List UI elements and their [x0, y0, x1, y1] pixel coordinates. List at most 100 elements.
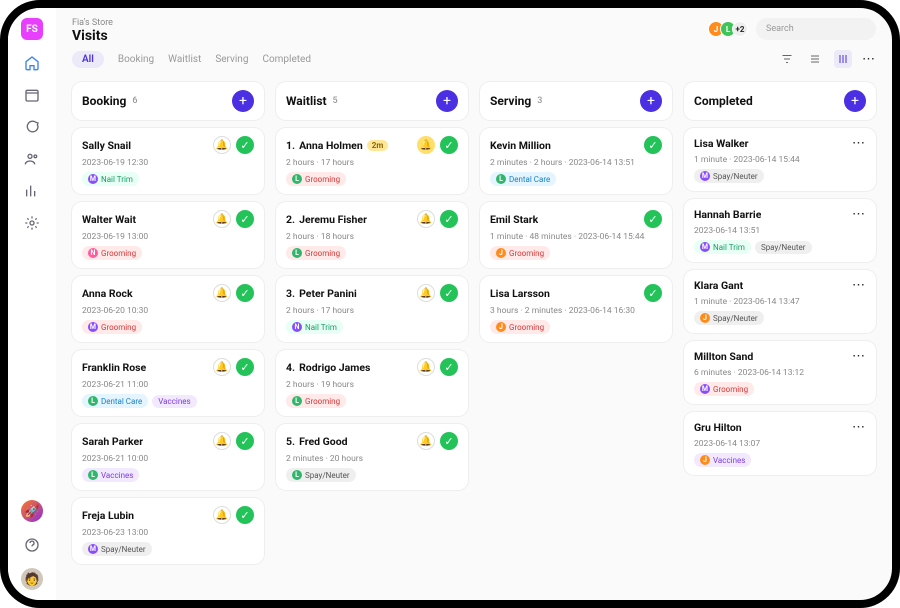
add-button[interactable]: + — [436, 90, 458, 112]
card-tags: LGrooming — [286, 172, 458, 186]
check-icon[interactable]: ✓ — [440, 284, 458, 302]
card-meta: 2023-06-19 12:30 — [82, 158, 254, 168]
tab-booking[interactable]: Booking — [118, 54, 154, 65]
card-name: Rodrigo James — [299, 361, 370, 374]
card[interactable]: Kevin Million✓2 minutes · 2 hours · 2023… — [480, 128, 672, 194]
bell-icon[interactable]: 🔔 — [417, 358, 435, 376]
card-meta: 2 hours · 19 hours — [286, 380, 458, 390]
card[interactable]: 2. Jeremu Fisher🔔✓2 hours · 18 hoursLGro… — [276, 202, 468, 268]
card[interactable]: Franklin Rose🔔✓2023-06-21 11:00LDental C… — [72, 350, 264, 416]
card-actions: ✓ — [644, 284, 662, 302]
check-icon[interactable]: ✓ — [440, 136, 458, 154]
bell-icon[interactable]: 🔔 — [213, 284, 231, 302]
bell-icon[interactable]: 🔔 — [213, 136, 231, 154]
bell-icon[interactable]: 🔔 — [417, 432, 435, 450]
card[interactable]: 5. Fred Good🔔✓2 minutes · 20 hoursLSpay/… — [276, 424, 468, 490]
card-actions: 🔔✓ — [417, 210, 458, 228]
check-icon[interactable]: ✓ — [440, 432, 458, 450]
card[interactable]: Walter Wait🔔✓2023-06-19 13:00NGrooming — [72, 202, 264, 268]
check-icon[interactable]: ✓ — [644, 136, 662, 154]
store-avatar[interactable]: FS — [21, 18, 43, 40]
tag-vaccines: JVaccines — [694, 453, 751, 467]
check-icon[interactable]: ✓ — [644, 210, 662, 228]
card[interactable]: Lisa Larsson✓3 hours · 2 minutes · 2023-… — [480, 276, 672, 342]
home-icon[interactable] — [23, 54, 41, 72]
card-meta: 2023-06-21 11:00 — [82, 380, 254, 390]
check-icon[interactable]: ✓ — [644, 284, 662, 302]
card[interactable]: Hannah Barrie⋯2023-06-14 13:51MNail Trim… — [684, 199, 876, 262]
card[interactable]: Klara Gant⋯1 minute · 2023-06-14 13:47JS… — [684, 270, 876, 333]
card[interactable]: 4. Rodrigo James🔔✓2 hours · 19 hoursLGro… — [276, 350, 468, 416]
bell-icon[interactable]: 🔔 — [213, 358, 231, 376]
tag-dot: M — [88, 174, 98, 184]
board-view-icon[interactable] — [834, 50, 852, 68]
tag-label: Grooming — [509, 249, 544, 258]
card-more-icon[interactable]: ⋯ — [852, 420, 866, 435]
tag-grooming: JGrooming — [490, 320, 550, 334]
tab-serving[interactable]: Serving — [215, 54, 248, 65]
check-icon[interactable]: ✓ — [236, 506, 254, 524]
gear-icon[interactable] — [23, 214, 41, 232]
card[interactable]: 1. Anna Holmen 2m🔔✓2 hours · 17 hoursLGr… — [276, 128, 468, 194]
chat-icon[interactable] — [23, 118, 41, 136]
check-icon[interactable]: ✓ — [236, 284, 254, 302]
card-name: Anna Rock — [82, 287, 133, 300]
card-name: Emil Stark — [490, 213, 538, 226]
bell-icon[interactable]: 🔔 — [213, 506, 231, 524]
card-tags: MSpay/Neuter — [82, 542, 254, 556]
tag-label: Dental Care — [509, 175, 550, 184]
filter-icon[interactable] — [778, 50, 796, 68]
card[interactable]: Millton Sand⋯6 minutes · 2023-06-14 13:1… — [684, 341, 876, 404]
add-button[interactable]: + — [232, 90, 254, 112]
card-more-icon[interactable]: ⋯ — [852, 136, 866, 151]
check-icon[interactable]: ✓ — [236, 432, 254, 450]
bell-icon[interactable]: 🔔 — [213, 210, 231, 228]
card-name: Millton Sand — [694, 350, 753, 363]
card-more-icon[interactable]: ⋯ — [852, 349, 866, 364]
card-meta: 2023-06-14 13:51 — [694, 226, 866, 236]
calendar-icon[interactable] — [23, 86, 41, 104]
card[interactable]: Freja Lubin🔔✓2023-06-23 13:00MSpay/Neute… — [72, 498, 264, 564]
check-icon[interactable]: ✓ — [236, 210, 254, 228]
add-button[interactable]: + — [640, 90, 662, 112]
check-icon[interactable]: ✓ — [440, 358, 458, 376]
card[interactable]: Anna Rock🔔✓2023-06-20 10:30MGrooming — [72, 276, 264, 342]
bell-icon[interactable]: 🔔 — [417, 210, 435, 228]
card-name: Jeremu Fisher — [299, 213, 367, 226]
card-name: Franklin Rose — [82, 361, 146, 374]
tab-waitlist[interactable]: Waitlist — [168, 54, 201, 65]
card[interactable]: Gru Hilton⋯2023-06-14 13:07JVaccines — [684, 412, 876, 475]
card[interactable]: Emil Stark✓1 minute · 48 minutes · 2023-… — [480, 202, 672, 268]
more-menu-icon[interactable]: ⋯ — [862, 52, 876, 67]
rocket-icon[interactable]: 🚀 — [21, 500, 43, 522]
collaborator-avatars[interactable]: J L +2 — [712, 21, 748, 37]
tag-dot: N — [88, 248, 98, 258]
check-icon[interactable]: ✓ — [236, 136, 254, 154]
list-view-icon[interactable] — [806, 50, 824, 68]
tab-completed[interactable]: Completed — [262, 54, 311, 65]
card[interactable]: Sally Snail🔔✓2023-06-19 12:30MNail Trim — [72, 128, 264, 194]
card-actions: ⋯ — [852, 278, 866, 293]
tab-all[interactable]: All — [72, 51, 104, 68]
tag-dot: L — [292, 396, 302, 406]
card[interactable]: Sarah Parker🔔✓2023-06-21 10:00LVaccines — [72, 424, 264, 490]
card-more-icon[interactable]: ⋯ — [852, 207, 866, 222]
card[interactable]: Lisa Walker⋯1 minute · 2023-06-14 15:44M… — [684, 128, 876, 191]
users-icon[interactable] — [23, 150, 41, 168]
search-input[interactable]: Search — [756, 18, 876, 40]
card-meta: 1 minute · 2023-06-14 15:44 — [694, 155, 866, 165]
user-avatar[interactable]: 🧑 — [21, 568, 43, 590]
check-icon[interactable]: ✓ — [236, 358, 254, 376]
chart-icon[interactable] — [23, 182, 41, 200]
check-icon[interactable]: ✓ — [440, 210, 458, 228]
help-icon[interactable] — [23, 536, 41, 554]
bell-icon[interactable]: 🔔 — [417, 284, 435, 302]
card-actions: 🔔✓ — [417, 284, 458, 302]
add-button[interactable]: + — [844, 90, 866, 112]
tag-label: Nail Trim — [305, 323, 337, 332]
column-waitlist: Waitlist5+1. Anna Holmen 2m🔔✓2 hours · 1… — [276, 82, 468, 584]
bell-icon[interactable]: 🔔 — [213, 432, 231, 450]
bell-alert-icon[interactable]: 🔔 — [417, 136, 435, 154]
card[interactable]: 3. Peter Panini🔔✓2 hours · 17 hoursNNail… — [276, 276, 468, 342]
card-more-icon[interactable]: ⋯ — [852, 278, 866, 293]
